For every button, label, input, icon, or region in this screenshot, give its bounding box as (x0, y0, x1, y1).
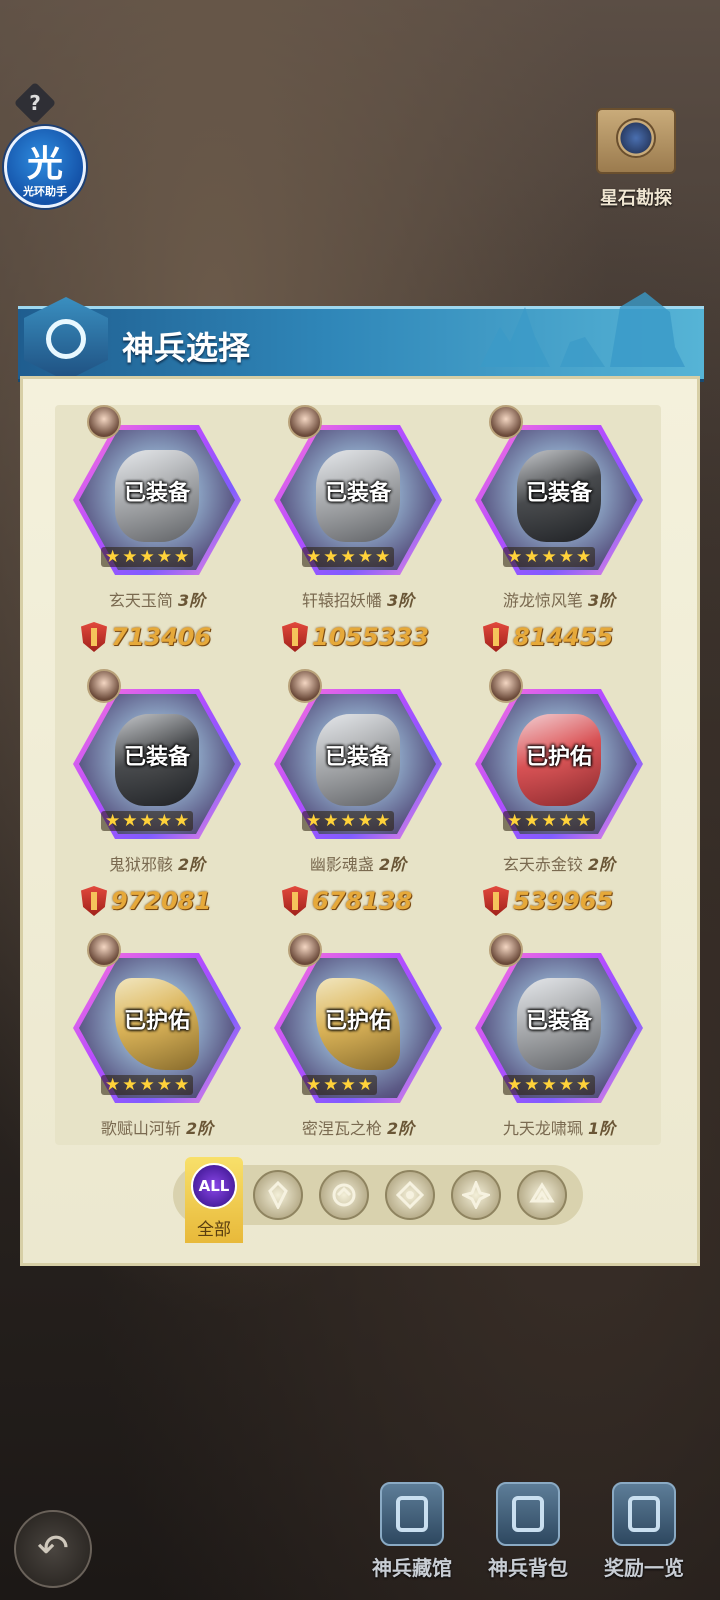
panel-header: 神兵选择 (18, 292, 704, 382)
status-badge: 已装备 (525, 481, 592, 506)
status-badge: 已护佑 (525, 745, 592, 770)
star-rating: ★ ★ ★ ★ (302, 1075, 377, 1095)
weapon-card[interactable]: 已护佑 ★ ★ ★ ★ ★ 歌赋山河斩 2阶 (65, 933, 249, 1183)
star-rating: ★ ★ ★ ★ ★ (101, 811, 194, 831)
power-display: 539965 (483, 885, 613, 917)
weapon-name: 玄天玉简 3阶 (108, 591, 206, 610)
power-display: 1055333 (282, 621, 429, 653)
helper-label: 光环助手 (23, 185, 67, 198)
weapon-card[interactable]: 已护佑 ★ ★ ★ ★ ★ 玄天赤金铰 2阶 539965 (467, 669, 651, 919)
status-badge: 已护佑 (324, 1009, 391, 1034)
panel-title: 神兵选择 (122, 329, 251, 367)
power-shield-icon (282, 886, 308, 916)
weapon-card[interactable]: 已装备 ★ ★ ★ ★ ★ 玄天玉简 3阶 713406 (65, 405, 249, 655)
weapon-name: 轩辕招妖幡 3阶 (301, 591, 415, 610)
nav-label: 神兵背包 (488, 1556, 568, 1580)
power-display: 713406 (81, 621, 211, 653)
hero-avatar (87, 405, 121, 439)
hero-avatar (489, 933, 523, 967)
faction-5-icon[interactable] (517, 1170, 567, 1220)
power-display: 814455 (483, 621, 613, 653)
helper-glyph: 光 (26, 144, 63, 185)
nav-label: 奖励一览 (604, 1556, 684, 1580)
weapon-name: 游龙惊风笔 3阶 (502, 591, 616, 610)
nav-weapon-collection[interactable]: 神兵藏馆 (362, 1482, 462, 1592)
weapon-select-panel: 神兵选择 已装备 ★ ★ ★ ★ ★ 玄天玉简 3阶 713406 已装备 ★ ★ ★ ★ ★ (18, 288, 704, 1278)
compass-icon (616, 118, 656, 158)
hero-avatar (288, 405, 322, 439)
weapon-card[interactable]: 已护佑 ★ ★ ★ ★ 密涅瓦之枪 2阶 (266, 933, 450, 1183)
weapon-card[interactable]: 已装备 ★ ★ ★ ★ ★ 鬼狱邪骸 2阶 972081 (65, 669, 249, 919)
helper-assistant-button[interactable]: 光 光环助手 (4, 126, 86, 208)
help-icon[interactable]: ? (13, 81, 57, 125)
weapon-card[interactable]: 已装备 ★ ★ ★ ★ ★ 轩辕招妖幡 3阶 1055333 (266, 405, 450, 655)
collection-icon (380, 1482, 444, 1546)
panel-body: 已装备 ★ ★ ★ ★ ★ 玄天玉简 3阶 713406 已装备 ★ ★ ★ ★ ★ 轩辕招妖幡… (20, 376, 700, 1266)
back-button[interactable]: ↶ (14, 1510, 92, 1588)
star-rating: ★ ★ ★ ★ ★ (302, 811, 395, 831)
hero-avatar (87, 669, 121, 703)
weapon-name: 九天龙啸珮 1阶 (502, 1119, 616, 1138)
power-display: 972081 (81, 885, 211, 917)
all-icon: ALL (191, 1163, 237, 1209)
bag-icon (496, 1482, 560, 1546)
faction-4-icon[interactable] (451, 1170, 501, 1220)
filter-all-tab[interactable]: ALL 全部 (185, 1157, 243, 1243)
weapon-card[interactable]: 已装备 ★ ★ ★ ★ ★ 游龙惊风笔 3阶 814455 (467, 405, 651, 655)
star-stone-explore-button[interactable]: 星石勘探 (588, 108, 684, 212)
status-badge: 已装备 (525, 1009, 592, 1034)
weapon-name: 幽影魂盏 2阶 (309, 855, 407, 874)
power-display: 678138 (282, 885, 412, 917)
explore-label: 星石勘探 (600, 188, 672, 209)
star-rating: ★ ★ ★ ★ ★ (503, 1075, 596, 1095)
power-shield-icon (282, 622, 308, 652)
weapon-grid: 已装备 ★ ★ ★ ★ ★ 玄天玉简 3阶 713406 已装备 ★ ★ ★ ★ ★ 轩辕招妖幡… (55, 405, 661, 1145)
power-shield-icon (483, 886, 509, 916)
weapon-card[interactable]: 已装备 ★ ★ ★ ★ ★ 幽影魂盏 2阶 678138 (266, 669, 450, 919)
weapon-card[interactable]: 已装备 ★ ★ ★ ★ ★ 九天龙啸珮 1阶 (467, 933, 651, 1183)
power-shield-icon (81, 886, 107, 916)
faction-2-icon[interactable] (319, 1170, 369, 1220)
star-rating: ★ ★ ★ ★ ★ (503, 547, 596, 567)
panel-emblem-icon (24, 297, 108, 381)
nav-label: 神兵藏馆 (372, 1556, 452, 1580)
nav-weapon-bag[interactable]: 神兵背包 (478, 1482, 578, 1592)
chest-icon (612, 1482, 676, 1546)
weapon-name: 密涅瓦之枪 2阶 (301, 1119, 415, 1138)
star-rating: ★ ★ ★ ★ ★ (101, 547, 194, 567)
status-badge: 已护佑 (123, 1009, 190, 1034)
power-shield-icon (483, 622, 509, 652)
weapon-name: 鬼狱邪骸 2阶 (108, 855, 206, 874)
status-badge: 已装备 (123, 745, 190, 770)
status-badge: 已装备 (123, 481, 190, 506)
faction-filter-bar: ALL 全部 (173, 1157, 583, 1243)
hero-avatar (288, 669, 322, 703)
star-rating: ★ ★ ★ ★ ★ (101, 1075, 194, 1095)
power-shield-icon (81, 622, 107, 652)
weapon-name: 玄天赤金铰 2阶 (502, 855, 616, 874)
nav-rewards[interactable]: 奖励一览 (594, 1482, 694, 1592)
weapon-name: 歌赋山河斩 2阶 (100, 1119, 214, 1138)
hero-avatar (288, 933, 322, 967)
faction-1-icon[interactable] (253, 1170, 303, 1220)
silhouette-decoration (480, 292, 685, 367)
status-badge: 已装备 (324, 481, 391, 506)
status-badge: 已装备 (324, 745, 391, 770)
hero-avatar (489, 669, 523, 703)
faction-3-icon[interactable] (385, 1170, 435, 1220)
back-arrow-icon: ↶ (37, 1526, 69, 1570)
star-rating: ★ ★ ★ ★ ★ (302, 547, 395, 567)
star-rating: ★ ★ ★ ★ ★ (503, 811, 596, 831)
filter-all-label: 全部 (197, 1220, 231, 1240)
hero-avatar (489, 405, 523, 439)
hero-avatar (87, 933, 121, 967)
